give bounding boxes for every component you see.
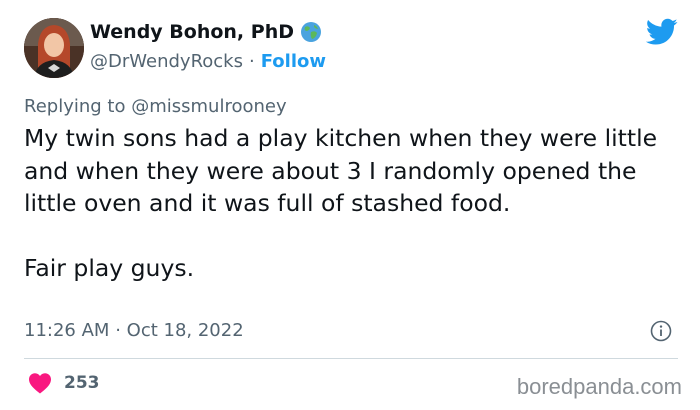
avatar-image (24, 18, 84, 78)
handle-separator: · (248, 51, 255, 72)
like-action[interactable]: 253 (28, 372, 100, 394)
author-name-row: Wendy Bohon, PhD (90, 21, 322, 43)
replying-prefix: Replying to (24, 96, 126, 117)
author-handle[interactable]: @DrWendyRocks (90, 51, 243, 72)
author-display-name[interactable]: Wendy Bohon, PhD (90, 21, 294, 43)
replying-to: Replying to @missmulrooney (24, 96, 287, 117)
divider (24, 358, 678, 359)
globe-icon (300, 21, 322, 43)
tweet-paragraph: Fair play guys. (24, 253, 195, 282)
tweet-card: Wendy Bohon, PhD @DrWendyRocks · Follow … (0, 0, 700, 410)
timestamp-separator: · (115, 320, 121, 341)
avatar[interactable] (24, 18, 84, 78)
tweet-date: Oct 18, 2022 (126, 320, 244, 341)
tweet-paragraph: My twin sons had a play kitchen when the… (24, 124, 658, 217)
tweet-time: 11:26 AM (24, 320, 110, 341)
like-count: 253 (64, 373, 100, 393)
info-icon[interactable] (650, 320, 672, 342)
follow-button[interactable]: Follow (261, 51, 326, 72)
watermark: boredpanda.com (516, 374, 682, 399)
twitter-bird-icon[interactable] (645, 18, 678, 46)
tweet-timestamp[interactable]: 11:26 AM · Oct 18, 2022 (24, 320, 244, 341)
heart-icon[interactable] (28, 372, 52, 394)
reply-mention-link[interactable]: @missmulrooney (131, 96, 286, 117)
tweet-text: My twin sons had a play kitchen when the… (24, 122, 674, 284)
author-handle-row: @DrWendyRocks · Follow (90, 51, 326, 72)
